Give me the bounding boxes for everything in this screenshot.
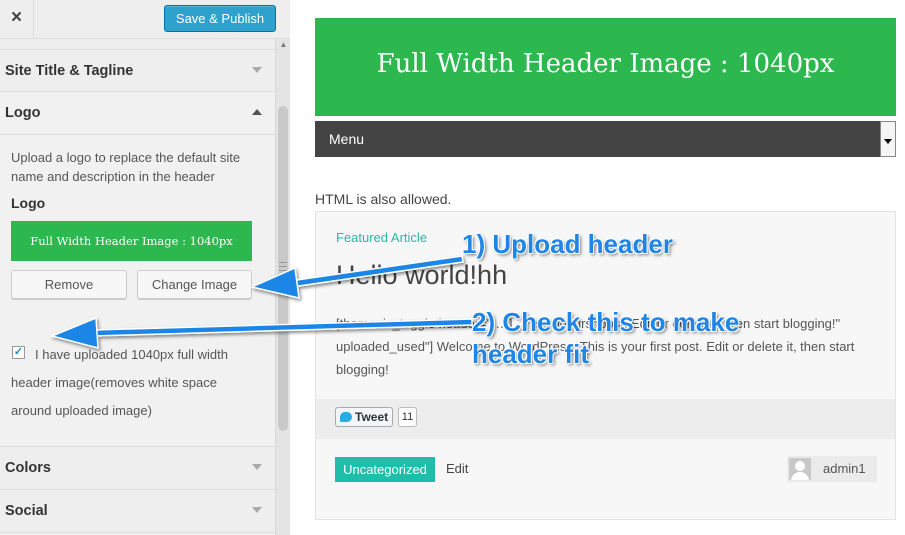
category-badge[interactable]: Uncategorized (335, 457, 435, 482)
chevron-down-icon (252, 464, 262, 470)
customizer-screen: × Save & Publish Site Title & Tagline Lo… (0, 0, 905, 535)
annotation-step2-line2: header fit (472, 339, 590, 369)
close-icon[interactable]: × (0, 0, 34, 38)
logo-panel: Upload a logo to replace the default sit… (0, 135, 275, 447)
change-image-button[interactable]: Change Image (137, 270, 252, 299)
scrollbar-grip-icon (279, 262, 287, 271)
section-social-label: Social (5, 503, 48, 519)
section-logo-label: Logo (5, 105, 41, 121)
full-width-checkbox[interactable]: ✓ (12, 346, 25, 359)
section-colors-label: Colors (5, 460, 51, 476)
section-logo[interactable]: Logo (0, 92, 275, 135)
chevron-down-icon (252, 66, 262, 73)
avatar (789, 458, 811, 480)
section-site-title-tagline[interactable]: Site Title & Tagline (0, 49, 275, 92)
author-box[interactable]: admin1 (787, 456, 877, 482)
chevron-down-icon (252, 507, 262, 513)
featured-label[interactable]: Featured Article (336, 230, 427, 245)
annotation-step2-line1: 2) Check this to make (472, 307, 740, 337)
html-note: HTML is also allowed. (315, 191, 452, 207)
scroll-up-arrow-icon[interactable]: ▲ (276, 39, 291, 51)
menu-bar[interactable]: Menu (315, 121, 895, 157)
edit-link[interactable]: Edit (446, 461, 468, 476)
share-strip: Tweet 11 (316, 399, 895, 439)
chevron-up-icon (252, 109, 262, 115)
logo-description: Upload a logo to replace the default sit… (11, 150, 241, 184)
tweet-count: 11 (398, 407, 417, 427)
section-social[interactable]: Social (0, 490, 275, 533)
sidebar-scrollbar[interactable]: ▲ (275, 39, 290, 535)
annotation-step1: 1) Upload header (462, 229, 673, 259)
logo-field-label: Logo (11, 195, 46, 211)
header-image: Full Width Header Image : 1040px (315, 18, 896, 116)
full-width-checkbox-label: I have uploaded 1040px full width header… (11, 347, 228, 418)
section-colors[interactable]: Colors (0, 447, 275, 490)
post-title[interactable]: Hello world!hh (336, 260, 507, 291)
customizer-sidebar: × Save & Publish Site Title & Tagline Lo… (0, 0, 290, 535)
site-preview: Full Width Header Image : 1040px Menu HT… (291, 0, 905, 535)
menu-dropdown-icon[interactable] (880, 121, 896, 157)
section-title-label: Site Title & Tagline (5, 63, 134, 79)
save-publish-button[interactable]: Save & Publish (164, 5, 276, 32)
logo-preview-image: Full Width Header Image : 1040px (11, 221, 252, 261)
customizer-topbar: × Save & Publish (0, 0, 290, 39)
remove-button[interactable]: Remove (11, 270, 127, 299)
tweet-label: Tweet (355, 410, 389, 424)
author-name: admin1 (823, 461, 866, 476)
tweet-button[interactable]: Tweet (335, 407, 393, 427)
twitter-bird-icon (340, 412, 352, 422)
